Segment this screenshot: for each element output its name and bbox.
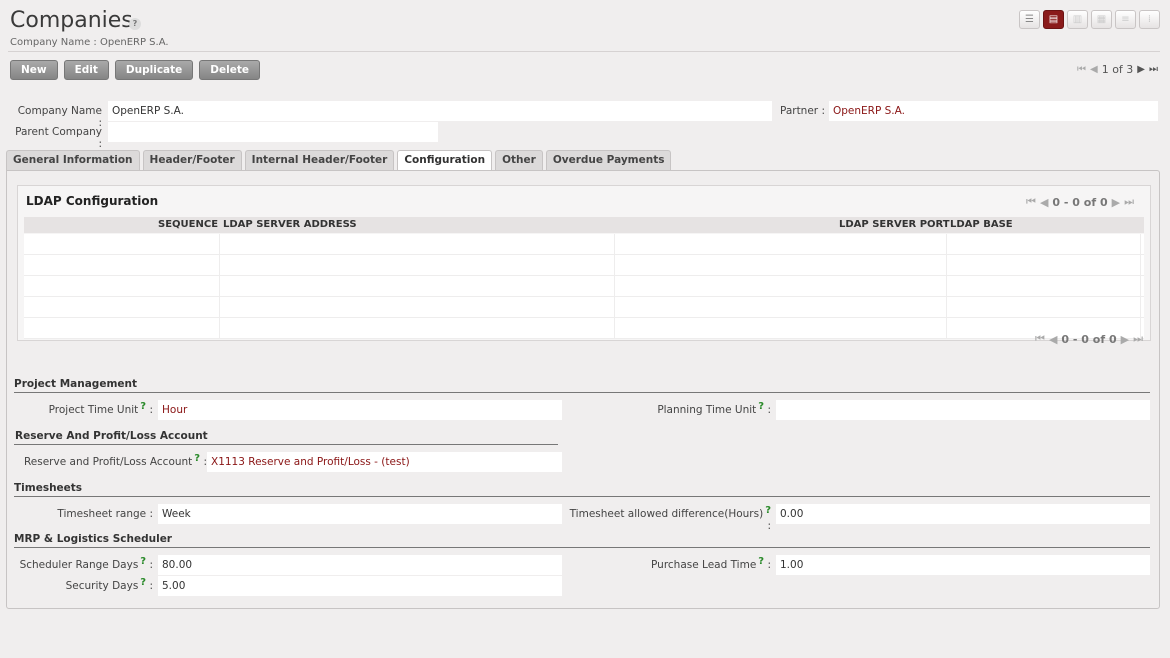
reserve-account-field[interactable]: X1113 Reserve and Profit/Loss - (test) [207, 452, 562, 472]
timesheet-difference-label: Timesheet allowed difference(Hours)? : [569, 505, 771, 532]
purchase-lead-time-field[interactable]: 1.00 [776, 555, 1150, 575]
ldap-pager-bottom: ⏮ ◀ 0 - 0 of 0 ▶ ⏭ [1035, 332, 1143, 346]
view-switcher: ☰ ▤ ▥ ▦ ≡ ⁞ [1019, 10, 1160, 29]
ldap-table-header: SEQUENCE LDAP SERVER ADDRESS LDAP SERVER… [24, 217, 1144, 233]
record-pager: ⏮ ◀ 1 of 3 ▶ ⏭ [1077, 63, 1158, 76]
ldap-title: LDAP Configuration [26, 194, 159, 208]
calendar-view-icon[interactable]: ▦ [1091, 10, 1112, 29]
help-icon[interactable]: ? [140, 556, 146, 567]
pager-text: 1 of 3 [1101, 63, 1134, 76]
column-ldap-server-address[interactable]: LDAP SERVER ADDRESS [223, 219, 357, 230]
section-title-timesheets: Timesheets [14, 482, 83, 494]
breadcrumb: Company Name : OpenERP S.A. [10, 37, 169, 48]
help-icon[interactable]: ? [140, 401, 146, 412]
column-ldap-base[interactable]: LDAP BASE [950, 219, 1013, 230]
section-title-reserve: Reserve And Profit/Loss Account [15, 430, 208, 442]
partner-field[interactable]: OpenERP S.A. [829, 101, 1158, 121]
previous-page-icon[interactable]: ◀ [1040, 196, 1048, 209]
column-divider [946, 234, 947, 339]
list-view-icon[interactable]: ☰ [1019, 10, 1040, 29]
last-record-icon[interactable]: ⏭ [1149, 64, 1158, 75]
page-title: Companies [10, 8, 133, 33]
previous-record-icon[interactable]: ◀ [1090, 64, 1098, 75]
table-row [24, 276, 1144, 297]
reserve-account-label: Reserve and Profit/Loss Account? : [23, 453, 207, 468]
tab-other[interactable]: Other [495, 150, 543, 170]
purchase-lead-time-label: Purchase Lead Time? : [651, 556, 771, 571]
help-icon[interactable]: ? [140, 577, 146, 588]
parent-company-label: Parent Company : [15, 126, 102, 150]
ldap-configuration-list: LDAP Configuration ⏮ ◀ 0 - 0 of 0 ▶ ⏭ SE… [17, 185, 1151, 341]
timesheet-difference-field[interactable]: 0.00 [776, 504, 1150, 524]
delete-button[interactable]: Delete [199, 60, 260, 80]
ldap-pager-text: 0 - 0 of 0 [1052, 195, 1108, 209]
form-view-icon[interactable]: ▤ [1043, 10, 1064, 29]
section-divider [14, 392, 1150, 393]
page-header: Companies ? Company Name : OpenERP S.A. … [0, 0, 1170, 54]
section-title-mrp: MRP & Logistics Scheduler [14, 533, 172, 545]
project-time-unit-label: Project Time Unit? : [48, 401, 153, 416]
column-sequence[interactable]: SEQUENCE [158, 219, 218, 230]
help-icon[interactable]: ? [194, 453, 200, 464]
planning-time-unit-label: Planning Time Unit? : [657, 401, 771, 416]
planning-time-unit-field[interactable] [776, 400, 1150, 420]
parent-company-field[interactable] [108, 122, 438, 142]
column-divider [614, 234, 615, 339]
first-record-icon[interactable]: ⏮ [1077, 64, 1086, 75]
tab-internal-header-footer[interactable]: Internal Header/Footer [244, 150, 395, 170]
tab-general-information[interactable]: General Information [6, 150, 140, 170]
column-ldap-server-port[interactable]: LDAP SERVER PORT [839, 219, 950, 230]
partner-label: Partner : [779, 105, 825, 117]
tab-overdue-payments[interactable]: Overdue Payments [545, 150, 672, 170]
column-divider [1140, 234, 1141, 339]
section-divider [14, 444, 558, 445]
section-title-project: Project Management [14, 378, 137, 390]
help-icon[interactable]: ? [129, 18, 141, 30]
last-page-icon[interactable]: ⏭ [1124, 195, 1134, 209]
security-days-label: Security Days? : [65, 577, 153, 592]
edit-button[interactable]: Edit [63, 60, 109, 80]
previous-page-icon[interactable]: ◀ [1049, 333, 1057, 346]
configuration-panel: LDAP Configuration ⏮ ◀ 0 - 0 of 0 ▶ ⏭ SE… [6, 170, 1160, 609]
table-row [24, 318, 1144, 339]
header-divider [8, 51, 1160, 52]
graph-view-icon[interactable]: ▥ [1067, 10, 1088, 29]
scheduler-range-days-field[interactable]: 80.00 [158, 555, 562, 575]
timesheet-range-field[interactable]: Week [158, 504, 562, 524]
column-divider [219, 234, 220, 339]
help-icon[interactable]: ? [758, 556, 764, 567]
kanban-view-icon[interactable]: ⁞ [1139, 10, 1160, 29]
tab-configuration[interactable]: Configuration [397, 150, 493, 171]
tab-header-footer[interactable]: Header/Footer [142, 150, 242, 170]
section-divider [14, 496, 1150, 497]
table-row [24, 255, 1144, 276]
first-page-icon[interactable]: ⏮ [1026, 195, 1036, 209]
duplicate-button[interactable]: Duplicate [114, 60, 194, 80]
gantt-view-icon[interactable]: ≡ [1115, 10, 1136, 29]
table-row [24, 297, 1144, 318]
table-row [24, 234, 1144, 255]
ldap-pager-top: ⏮ ◀ 0 - 0 of 0 ▶ ⏭ [1026, 195, 1134, 209]
help-icon[interactable]: ? [758, 401, 764, 412]
next-page-icon[interactable]: ▶ [1121, 333, 1129, 346]
security-days-field[interactable]: 5.00 [158, 576, 562, 596]
next-page-icon[interactable]: ▶ [1112, 196, 1120, 209]
ldap-pager-text: 0 - 0 of 0 [1061, 332, 1117, 346]
last-page-icon[interactable]: ⏭ [1133, 332, 1143, 346]
help-icon[interactable]: ? [765, 505, 771, 516]
scheduler-range-days-label: Scheduler Range Days? : [19, 556, 153, 571]
project-time-unit-field[interactable]: Hour [158, 400, 562, 420]
next-record-icon[interactable]: ▶ [1137, 64, 1145, 75]
section-divider [14, 547, 1150, 548]
ldap-table-body [24, 234, 1144, 339]
first-page-icon[interactable]: ⏮ [1035, 332, 1045, 346]
company-name-field[interactable]: OpenERP S.A. [108, 101, 772, 121]
toolbar: New Edit Duplicate Delete [10, 60, 260, 80]
new-button[interactable]: New [10, 60, 58, 80]
notebook-tabs: General Information Header/Footer Intern… [6, 150, 672, 171]
timesheet-range-label: Timesheet range : [57, 508, 153, 520]
